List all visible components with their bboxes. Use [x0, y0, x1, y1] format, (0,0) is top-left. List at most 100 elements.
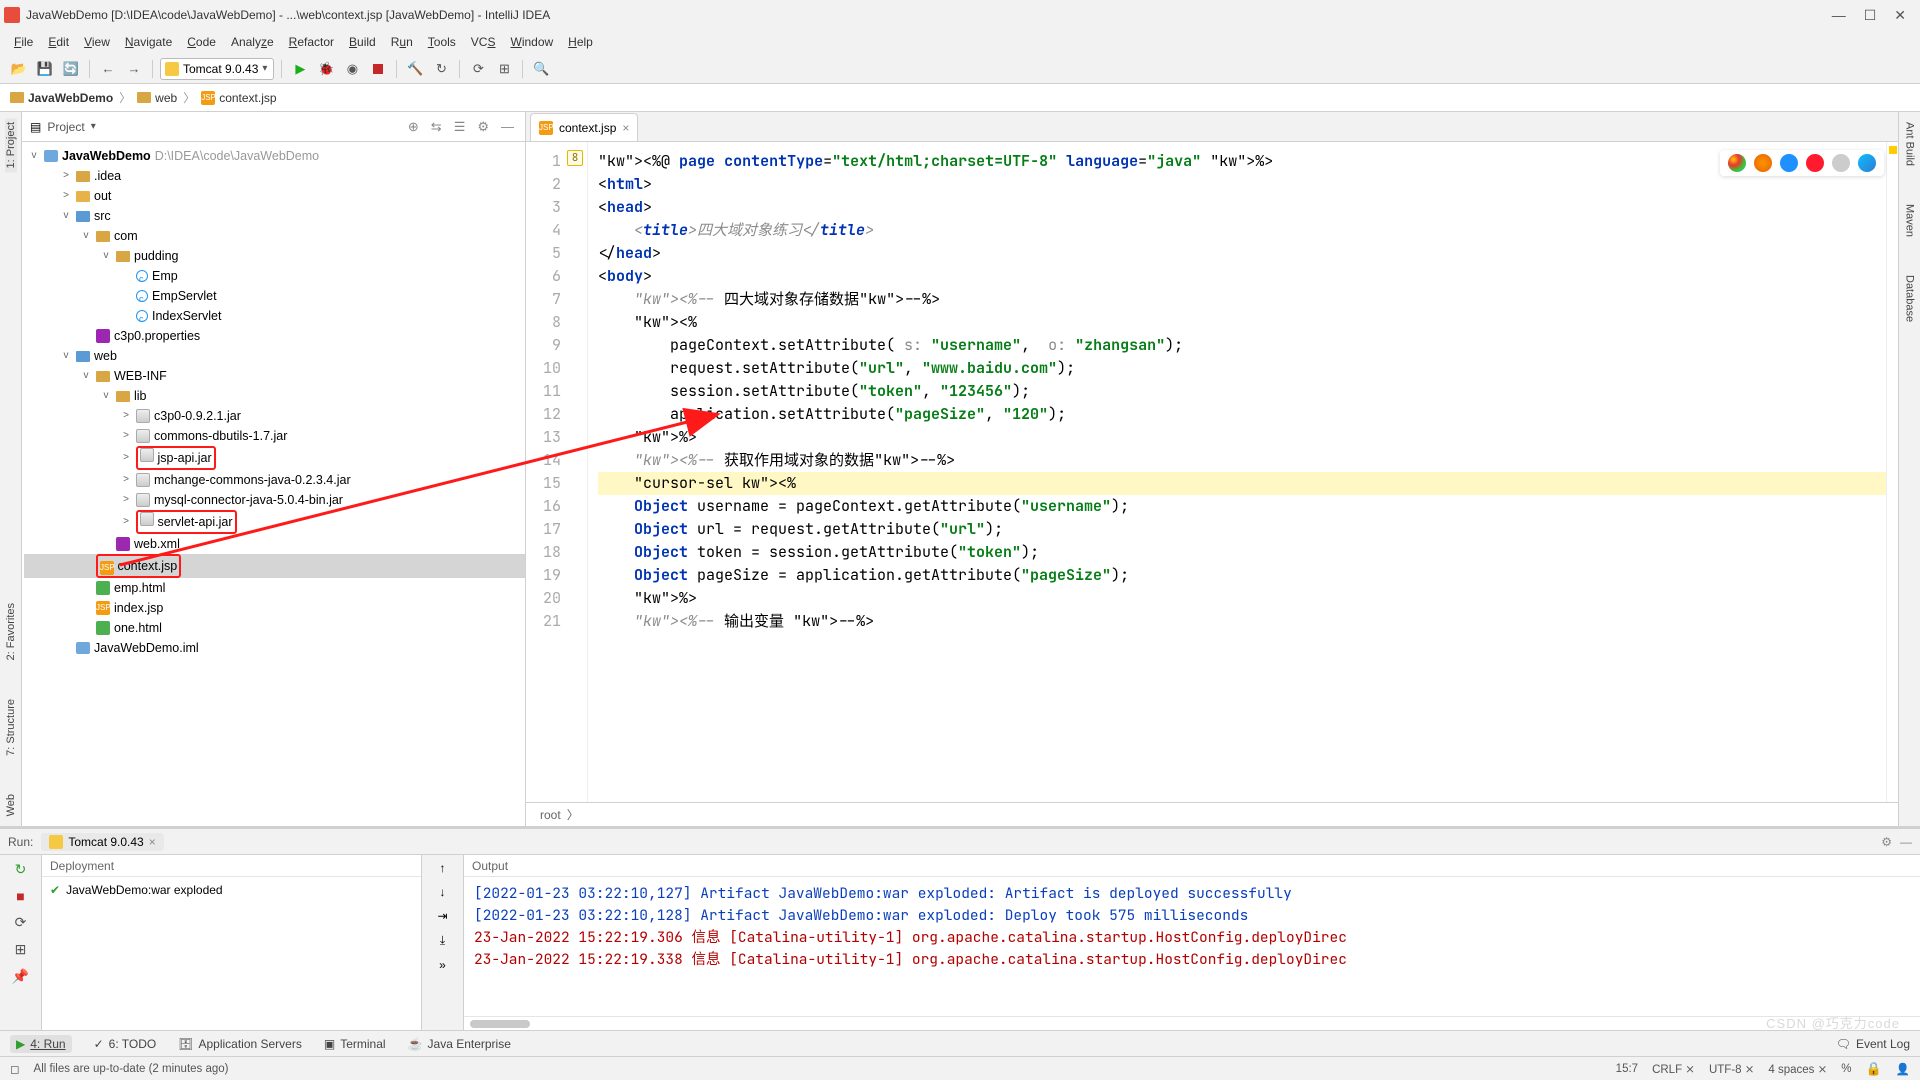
run-config-tab[interactable]: Tomcat 9.0.43 × — [41, 833, 163, 851]
save-icon[interactable]: 💾 — [34, 58, 56, 80]
menu-vcs[interactable]: VCS — [465, 33, 502, 51]
tree-node[interactable]: c3p0.properties — [24, 326, 525, 346]
tree-node[interactable]: web.xml — [24, 534, 525, 554]
run-icon[interactable]: ▶ — [289, 58, 311, 80]
crumb-folder[interactable]: web — [137, 91, 177, 105]
tw-ant[interactable]: Ant Build — [1904, 118, 1916, 170]
menu-navigate[interactable]: Navigate — [119, 33, 178, 51]
scroll-icon[interactable]: ⤓ — [440, 933, 445, 948]
gear-icon[interactable]: ⚙ — [1881, 835, 1892, 849]
sync-icon[interactable]: 🔄 — [60, 58, 82, 80]
expander-icon[interactable]: v — [28, 146, 40, 166]
inspection-mark[interactable]: 8 — [567, 150, 583, 166]
tw-structure[interactable]: 7: Structure — [5, 695, 17, 760]
line-sep[interactable]: CRLF ⨯ — [1652, 1062, 1695, 1076]
menu-run[interactable]: Run — [385, 33, 419, 51]
deployment-body[interactable]: ✔ JavaWebDemo:war exploded — [42, 877, 421, 1030]
open-icon[interactable]: 📂 — [8, 58, 30, 80]
tree-node[interactable]: >.idea — [24, 166, 525, 186]
minimize-button[interactable]: — — [1832, 7, 1846, 24]
hide-icon[interactable]: — — [1900, 835, 1912, 849]
close-icon[interactable]: × — [149, 835, 156, 849]
close-icon[interactable]: × — [622, 121, 629, 135]
expander-icon[interactable]: > — [120, 426, 132, 446]
expander-icon[interactable]: > — [120, 448, 132, 468]
restart-icon[interactable]: ⟳ — [15, 914, 27, 931]
code-area[interactable]: "kw"><%@ page contentType="text/html;cha… — [588, 142, 1886, 802]
caret-pos[interactable]: 15:7 — [1616, 1063, 1638, 1075]
edge-icon[interactable] — [1858, 154, 1876, 172]
tree-node[interactable]: vlib — [24, 386, 525, 406]
coverage-icon[interactable]: ◉ — [341, 58, 363, 80]
tw-terminal-button[interactable]: ▣Terminal — [324, 1037, 386, 1051]
tw-todo-button[interactable]: ✓6: TODO — [94, 1037, 157, 1051]
chevron-down-icon[interactable]: ▾ — [91, 121, 96, 132]
encoding[interactable]: UTF-8 ⨯ — [1709, 1062, 1754, 1076]
structure-icon[interactable]: ⊞ — [493, 58, 515, 80]
tw-web[interactable]: Web — [5, 790, 17, 820]
up-icon[interactable]: ↑ — [440, 861, 446, 875]
deployment-item[interactable]: ✔ JavaWebDemo:war exploded — [50, 883, 413, 897]
tw-javaee-button[interactable]: ☕Java Enterprise — [408, 1037, 511, 1051]
tree-node[interactable]: >out — [24, 186, 525, 206]
crumb-file[interactable]: JSPcontext.jsp — [201, 91, 276, 105]
tree-node[interactable]: >mchange-commons-java-0.2.3.4.jar — [24, 470, 525, 490]
tree-node[interactable]: JSP context.jsp — [24, 554, 525, 578]
safari-icon[interactable] — [1780, 154, 1798, 172]
error-stripe[interactable] — [1886, 142, 1898, 802]
chrome-icon[interactable] — [1728, 154, 1746, 172]
menu-build[interactable]: Build — [343, 33, 382, 51]
forward-icon[interactable]: → — [123, 58, 145, 80]
menu-file[interactable]: File — [8, 33, 39, 51]
down-icon[interactable]: ↓ — [440, 885, 446, 899]
debug-icon[interactable]: 🐞 — [315, 58, 337, 80]
tree-node[interactable]: > jsp-api.jar — [24, 446, 525, 470]
tree-node[interactable]: vsrc — [24, 206, 525, 226]
menu-tools[interactable]: Tools — [422, 33, 462, 51]
tree-node[interactable]: vcom — [24, 226, 525, 246]
collapse-icon[interactable]: ☰ — [451, 119, 469, 135]
expander-icon[interactable]: > — [120, 490, 132, 510]
tw-eventlog-button[interactable]: 🗨Event Log — [1836, 1037, 1910, 1051]
editor-breadcrumb-root[interactable]: root — [540, 808, 561, 822]
status-window-icon[interactable]: ◻ — [10, 1062, 20, 1076]
stop-button[interactable] — [367, 58, 389, 80]
tw-project[interactable]: 1: Project — [5, 118, 17, 172]
update-icon[interactable]: ⟳ — [467, 58, 489, 80]
menu-help[interactable]: Help — [562, 33, 599, 51]
gear-icon[interactable]: ⚙ — [474, 119, 492, 135]
output-text[interactable]: [2022-01-23 03:22:10,127] Artifact JavaW… — [464, 877, 1920, 1016]
tw-appservers-button[interactable]: 🗄Application Servers — [178, 1037, 302, 1051]
close-button[interactable]: ✕ — [1894, 7, 1906, 24]
layout-icon[interactable]: ⊞ — [15, 941, 27, 958]
context[interactable]: % — [1841, 1063, 1851, 1075]
tree-node[interactable]: vweb — [24, 346, 525, 366]
tab-context-jsp[interactable]: JSP context.jsp × — [530, 113, 638, 141]
menu-analyze[interactable]: Analyze — [225, 33, 280, 51]
expander-icon[interactable]: v — [80, 226, 92, 246]
expander-icon[interactable]: v — [80, 366, 92, 386]
tree-node[interactable]: vWEB-INF — [24, 366, 525, 386]
lock-icon[interactable]: 🔒 — [1865, 1061, 1881, 1077]
tree-node[interactable]: emp.html — [24, 578, 525, 598]
search-icon[interactable]: 🔍 — [530, 58, 552, 80]
tree-node[interactable]: Emp — [24, 266, 525, 286]
tw-favorites[interactable]: 2: Favorites — [5, 599, 17, 664]
project-scope-icon[interactable]: ▤ — [30, 120, 41, 134]
tree-node[interactable]: JavaWebDemo.iml — [24, 638, 525, 658]
stop-icon[interactable]: ■ — [16, 888, 24, 904]
warning-marker[interactable] — [1889, 146, 1897, 154]
rerun-icon[interactable]: ↻ — [15, 861, 27, 878]
expander-icon[interactable]: v — [100, 246, 112, 266]
project-tree[interactable]: v JavaWebDemo D:\IDEA\code\JavaWebDemo >… — [22, 142, 525, 826]
tree-node[interactable]: > servlet-api.jar — [24, 510, 525, 534]
menu-refactor[interactable]: Refactor — [283, 33, 340, 51]
tree-node[interactable]: EmpServlet — [24, 286, 525, 306]
expander-icon[interactable]: v — [60, 346, 72, 366]
tree-node[interactable]: IndexServlet — [24, 306, 525, 326]
tree-root[interactable]: v JavaWebDemo D:\IDEA\code\JavaWebDemo — [24, 146, 525, 166]
menu-window[interactable]: Window — [504, 33, 559, 51]
tree-node[interactable]: >c3p0-0.9.2.1.jar — [24, 406, 525, 426]
tw-maven[interactable]: Maven — [1904, 200, 1916, 241]
wrap-icon[interactable]: ⇥ — [437, 909, 447, 923]
